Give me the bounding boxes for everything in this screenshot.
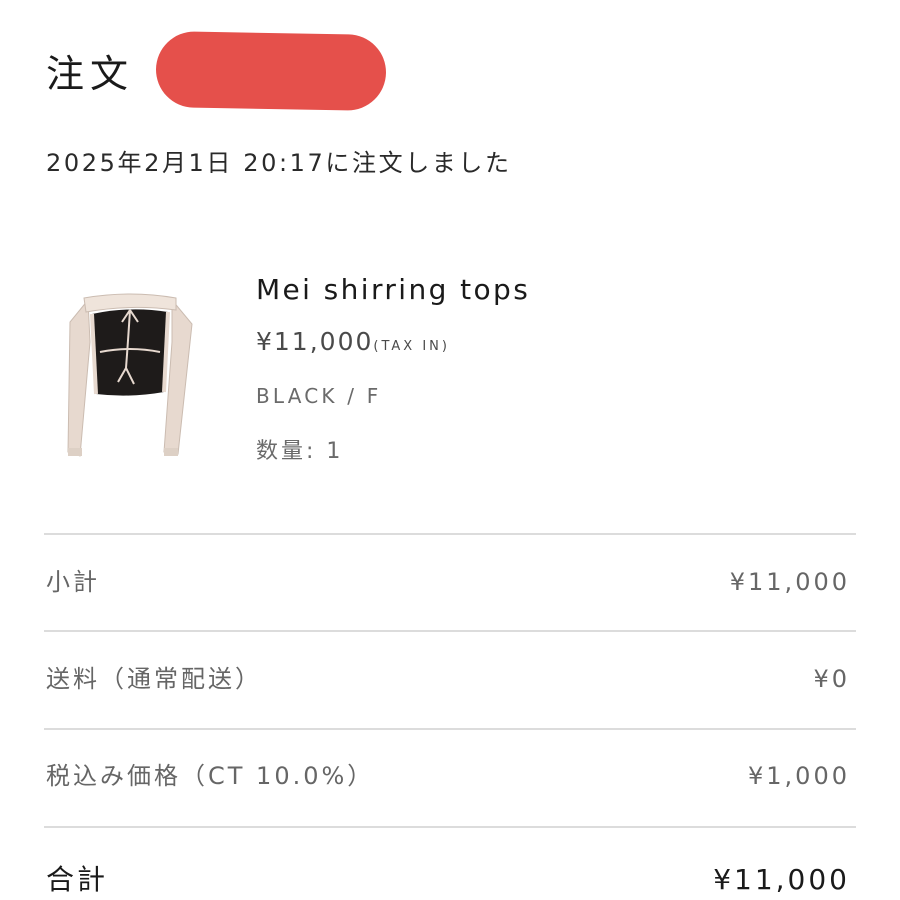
product-variant: BLACK / F <box>256 384 382 408</box>
price-row: ¥11,000(TAX IN) <box>256 326 530 358</box>
tax-label: 税込み価格（CT 10.0%） <box>46 762 375 790</box>
order-detail-page: 注文 2025年2月1日 20:17に注文しました Mei shirring t… <box>0 0 900 900</box>
shipping-label: 送料（通常配送） <box>46 665 262 693</box>
product-info: Mei shirring tops ¥11,000(TAX IN) BLACK … <box>256 270 530 468</box>
total-row: 合計 ¥11,000 <box>46 860 850 900</box>
total-label: 合計 <box>46 863 109 896</box>
divider <box>44 826 856 828</box>
divider <box>44 728 856 730</box>
shipping-row: 送料（通常配送） ¥0 <box>46 659 850 699</box>
order-date: 2025年2月1日 20:17に注文しました <box>46 149 512 177</box>
divider <box>44 533 856 535</box>
product-name[interactable]: Mei shirring tops <box>256 270 530 310</box>
divider <box>44 630 856 632</box>
total-value: ¥11,000 <box>713 863 850 896</box>
product-image[interactable] <box>60 282 200 482</box>
redacted-order-number <box>155 30 387 112</box>
tax-value: ¥1,000 <box>748 762 850 790</box>
product-quantity: 数量: 1 <box>256 439 344 464</box>
tax-in-note: (TAX IN) <box>373 339 450 354</box>
product-price: ¥11,000 <box>256 327 374 356</box>
subtotal-row: 小計 ¥11,000 <box>46 562 850 602</box>
tax-row: 税込み価格（CT 10.0%） ¥1,000 <box>46 756 850 796</box>
order-title: 注文 <box>46 52 135 96</box>
shipping-value: ¥0 <box>813 665 850 693</box>
subtotal-label: 小計 <box>46 568 100 596</box>
subtotal-value: ¥11,000 <box>729 568 850 596</box>
